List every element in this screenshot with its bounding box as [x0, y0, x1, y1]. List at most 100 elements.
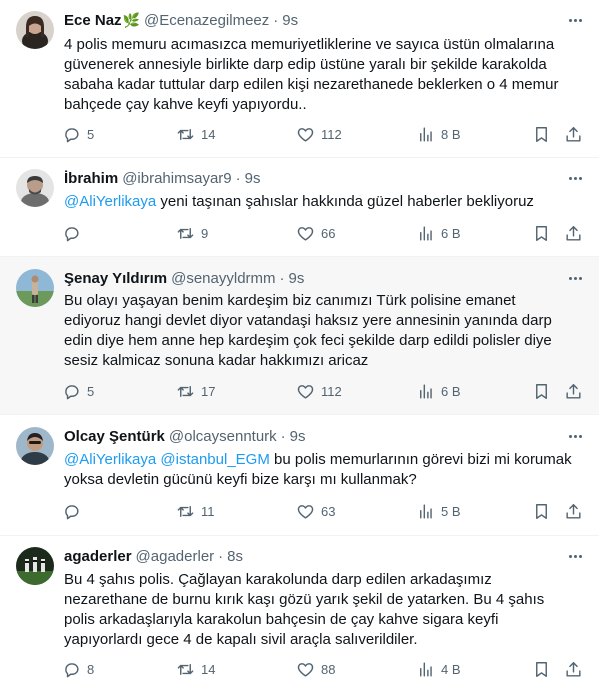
tweet-text-line: yoksa devletin gücünü keyfi bize karşı m…	[64, 471, 417, 488]
retweet-button[interactable]: 14	[176, 125, 215, 144]
tweet-ibrahim[interactable]: İbrahim @ibrahimsayar9 · 9s @AliYerlikay…	[0, 158, 599, 257]
bookmark-icon	[536, 662, 547, 677]
retweet-count: 14	[201, 127, 216, 142]
reply-button[interactable]: 5	[62, 125, 94, 144]
tweet-ece-naz[interactable]: Ece Naz 🌿 @Ecenazegilmeez · 9s 4 polis m…	[0, 0, 599, 158]
tweet-senay-yildirim[interactable]: Şenay Yıldırım @senayyldrmm · 9s Bu olay…	[0, 257, 599, 415]
timestamp[interactable]: 9s	[289, 270, 305, 287]
view-count: 6 B	[441, 226, 461, 241]
avatar[interactable]	[16, 11, 54, 49]
views-button[interactable]: 4 B	[416, 660, 461, 679]
heart-icon	[297, 385, 314, 399]
user-handle[interactable]: @olcaysennturk	[169, 428, 277, 445]
tweet-text: @AliYerlikaya yeni taşınan şahıslar hakk…	[64, 192, 579, 212]
user-handle[interactable]: @Ecenazegilmeez	[144, 12, 269, 29]
bookmark-button[interactable]	[532, 224, 551, 243]
bookmark-button[interactable]	[532, 382, 551, 401]
reply-button[interactable]: 5	[62, 382, 94, 401]
avatar[interactable]	[16, 547, 54, 585]
like-button[interactable]: 88	[296, 660, 335, 679]
timestamp[interactable]: 9s	[290, 428, 306, 445]
reply-count: 5	[87, 127, 95, 142]
reply-icon	[65, 385, 79, 400]
reply-button[interactable]	[62, 224, 87, 243]
mention-link[interactable]: @AliYerlikaya	[64, 451, 156, 468]
share-button[interactable]	[564, 502, 583, 521]
bookmark-button[interactable]	[532, 125, 551, 144]
bookmark-button[interactable]	[532, 660, 551, 679]
user-name[interactable]: agaderler	[64, 548, 132, 565]
tweet-text: @AliYerlikaya @istanbul_EGM bu polis mem…	[64, 450, 579, 490]
tweet-olcay-senturk[interactable]: Olcay Şentürk @olcaysennturk · 9s @AliYe…	[0, 415, 599, 536]
timestamp[interactable]: 9s	[282, 12, 298, 29]
user-name[interactable]: Ece Naz	[64, 12, 122, 29]
user-handle[interactable]: @senayyldrmm	[171, 270, 275, 287]
tweet-text-line: @AliYerlikaya @istanbul_EGM bu polis mem…	[64, 450, 579, 470]
share-button[interactable]	[564, 660, 583, 679]
reply-button[interactable]	[62, 502, 87, 521]
avatar[interactable]	[16, 269, 54, 307]
like-count: 66	[321, 226, 336, 241]
user-name[interactable]: Olcay Şentürk	[64, 428, 165, 445]
timestamp[interactable]: 8s	[227, 548, 243, 565]
reply-icon	[65, 663, 79, 678]
views-icon	[420, 662, 432, 677]
views-button[interactable]: 6 B	[416, 224, 461, 243]
views-button[interactable]: 5 B	[416, 502, 461, 521]
like-button[interactable]: 112	[296, 382, 342, 401]
more-icon[interactable]	[565, 426, 585, 446]
tweet-text-line: güvenerek annesiyle birlikte darp edip ü…	[64, 56, 547, 73]
bookmark-icon	[536, 226, 547, 241]
heart-icon	[297, 663, 314, 677]
heart-icon	[297, 227, 314, 241]
tweet-text-fragment: yeni taşınan şahıslar hakkında güzel hab…	[156, 193, 534, 210]
tweet-text: Bu olayı yaşayan benim kardeşim biz canı…	[64, 291, 579, 371]
more-icon[interactable]	[565, 546, 585, 566]
reply-button[interactable]: 8	[62, 660, 94, 679]
retweet-icon	[177, 664, 194, 675]
retweet-button[interactable]: 14	[176, 660, 215, 679]
like-button[interactable]: 66	[296, 224, 335, 243]
retweet-button[interactable]: 9	[176, 224, 208, 243]
tweet-text-line: Bu olayı yaşayan benim kardeşim biz canı…	[64, 292, 516, 309]
separator-dot: ·	[280, 427, 286, 445]
avatar[interactable]	[16, 427, 54, 465]
user-name[interactable]: Şenay Yıldırım	[64, 270, 167, 287]
share-button[interactable]	[564, 382, 583, 401]
tweet-header: agaderler @agaderler · 8s	[64, 546, 583, 566]
share-icon	[566, 127, 581, 142]
more-icon[interactable]	[565, 10, 585, 30]
retweet-button[interactable]: 17	[176, 382, 215, 401]
views-button[interactable]: 6 B	[416, 382, 461, 401]
heart-icon	[297, 505, 314, 519]
reply-count: 8	[87, 662, 95, 677]
timestamp[interactable]: 9s	[245, 170, 261, 187]
mention-link[interactable]: @AliYerlikaya	[64, 193, 156, 210]
tweet-agaderler[interactable]: agaderler @agaderler · 8s Bu 4 şahıs pol…	[0, 536, 599, 694]
user-handle[interactable]: @agaderler	[136, 548, 215, 565]
avatar[interactable]	[16, 169, 54, 207]
tweet-text-line: Bu 4 şahıs polis. Çağlayan karakolunda d…	[64, 571, 492, 588]
user-name[interactable]: İbrahim	[64, 170, 118, 187]
like-count: 112	[321, 384, 342, 399]
mention-link[interactable]: @istanbul_EGM	[160, 451, 269, 468]
more-icon[interactable]	[565, 268, 585, 288]
view-count: 6 B	[441, 384, 461, 399]
views-icon	[420, 226, 432, 241]
share-icon	[566, 226, 581, 241]
views-button[interactable]: 8 B	[416, 125, 461, 144]
timeline-feed: Ece Naz 🌿 @Ecenazegilmeez · 9s 4 polis m…	[0, 0, 599, 694]
like-count: 63	[321, 504, 336, 519]
user-handle[interactable]: @ibrahimsayar9	[122, 170, 231, 187]
like-button[interactable]: 63	[296, 502, 335, 521]
view-count: 4 B	[441, 662, 461, 677]
retweet-count: 17	[201, 384, 216, 399]
retweet-button[interactable]: 11	[176, 502, 215, 521]
share-button[interactable]	[564, 224, 583, 243]
tweet-actions: 8 14 88 4 B	[62, 660, 585, 680]
tweet-text-line: nezarethane de burnu kırık kaşı gözü yar…	[64, 591, 545, 608]
bookmark-button[interactable]	[532, 502, 551, 521]
more-icon[interactable]	[565, 168, 585, 188]
share-button[interactable]	[564, 125, 583, 144]
like-button[interactable]: 112	[296, 125, 342, 144]
